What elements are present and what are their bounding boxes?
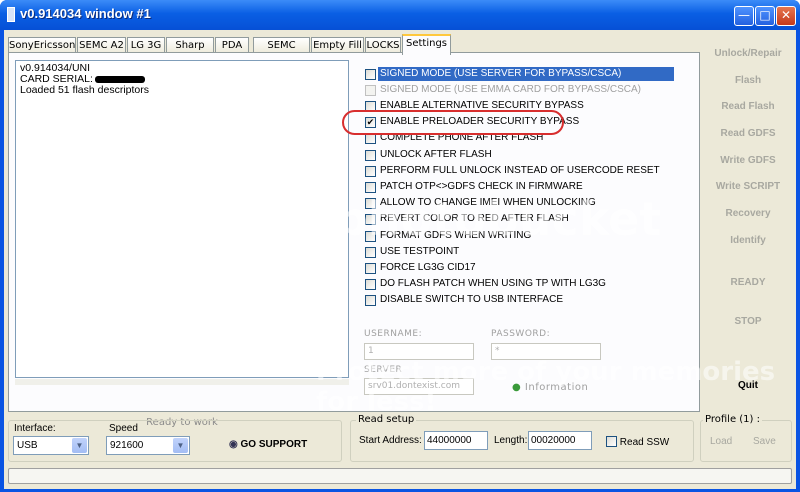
checkbox[interactable] [365, 69, 376, 80]
window-title: v0.914034 window #1 [20, 6, 151, 21]
title-bar[interactable]: v0.914034 window #1 — □ ✕ [0, 0, 800, 30]
app-icon [7, 7, 15, 22]
unlock-repair-button[interactable]: Unlock/Repair [704, 43, 792, 65]
save-button[interactable]: Save [753, 436, 776, 447]
read-setup-title: Read setup [356, 414, 417, 425]
minimize-button[interactable]: — [734, 6, 754, 26]
username-label: USERNAME: [364, 329, 423, 339]
server-label: SERVER [364, 365, 403, 375]
dropdown-arrow-icon: ▼ [72, 438, 87, 453]
app-window: v0.914034 window #1 — □ ✕ SonyEricsson S… [0, 0, 800, 492]
checkbox-checked[interactable]: ✔ [365, 117, 376, 128]
flash-button[interactable]: Flash [704, 70, 792, 92]
client-area: SonyEricsson SEMC A2 LG 3G Sharp 3G PDA … [4, 30, 796, 489]
redacted-serial [94, 75, 145, 83]
read-gdfs-button[interactable]: Read GDFS [704, 123, 792, 145]
information-button[interactable]: ● Information [512, 382, 588, 393]
start-address-label: Start Address: [359, 435, 422, 446]
checkbox[interactable] [365, 198, 376, 209]
interface-select[interactable]: USB ▼ [13, 436, 89, 455]
log-panel: v0.914034/UNI CARD SERIAL: Loaded 51 fla… [15, 60, 349, 378]
checkbox[interactable] [365, 85, 376, 96]
password-label: PASSWORD: [491, 329, 551, 339]
settings-tab-page: v0.914034/UNI CARD SERIAL: Loaded 51 fla… [8, 52, 700, 428]
checkbox[interactable] [365, 150, 376, 161]
information-icon: ● [512, 382, 522, 393]
checkbox[interactable] [606, 436, 617, 447]
checkbox[interactable] [365, 166, 376, 177]
checkbox[interactable] [365, 247, 376, 258]
checkbox[interactable] [365, 279, 376, 290]
quit-button[interactable]: Quit [704, 375, 792, 397]
password-field[interactable]: * [491, 343, 601, 360]
stop-button[interactable]: STOP [704, 311, 792, 333]
maximize-button[interactable]: □ [755, 6, 775, 26]
interface-label: Interface: [14, 423, 56, 434]
progress-bar [8, 468, 792, 484]
speed-label: Speed [109, 423, 138, 434]
read-ssw-checkbox[interactable]: Read SSW [606, 434, 669, 448]
write-gdfs-button[interactable]: Write GDFS [704, 150, 792, 172]
write-script-button[interactable]: Write SCRIPT [704, 176, 792, 198]
close-button[interactable]: ✕ [776, 6, 796, 26]
load-button[interactable]: Load [710, 436, 732, 447]
checkbox[interactable] [365, 231, 376, 242]
length-label: Length: [494, 435, 528, 446]
username-field[interactable]: 1 [364, 343, 474, 360]
recovery-button[interactable]: Recovery [704, 203, 792, 225]
identify-button[interactable]: Identify [704, 230, 792, 252]
start-address-input[interactable]: 44000000 [424, 431, 488, 450]
server-select[interactable]: srv01.dontexist.com [364, 378, 474, 395]
ready-indicator: READY [730, 277, 766, 288]
log-scrollbar[interactable] [15, 379, 349, 385]
checkbox[interactable] [365, 101, 376, 112]
speed-select[interactable]: 921600 ▼ [106, 436, 190, 455]
checkbox[interactable] [365, 263, 376, 274]
read-flash-button[interactable]: Read Flash [704, 96, 792, 118]
checkbox[interactable] [365, 295, 376, 306]
go-support-button[interactable]: ◉ GO SUPPORT [229, 439, 307, 450]
profile-title: Profile (1) : [703, 414, 762, 425]
checkbox[interactable] [365, 214, 376, 225]
support-icon: ◉ [229, 439, 238, 450]
length-input[interactable]: 00020000 [528, 431, 592, 450]
log-line-descriptors: Loaded 51 flash descriptors [20, 84, 149, 96]
checkbox[interactable] [365, 133, 376, 144]
checkbox[interactable] [365, 182, 376, 193]
dropdown-arrow-icon: ▼ [173, 438, 188, 453]
tab-settings[interactable]: Settings [402, 34, 451, 55]
